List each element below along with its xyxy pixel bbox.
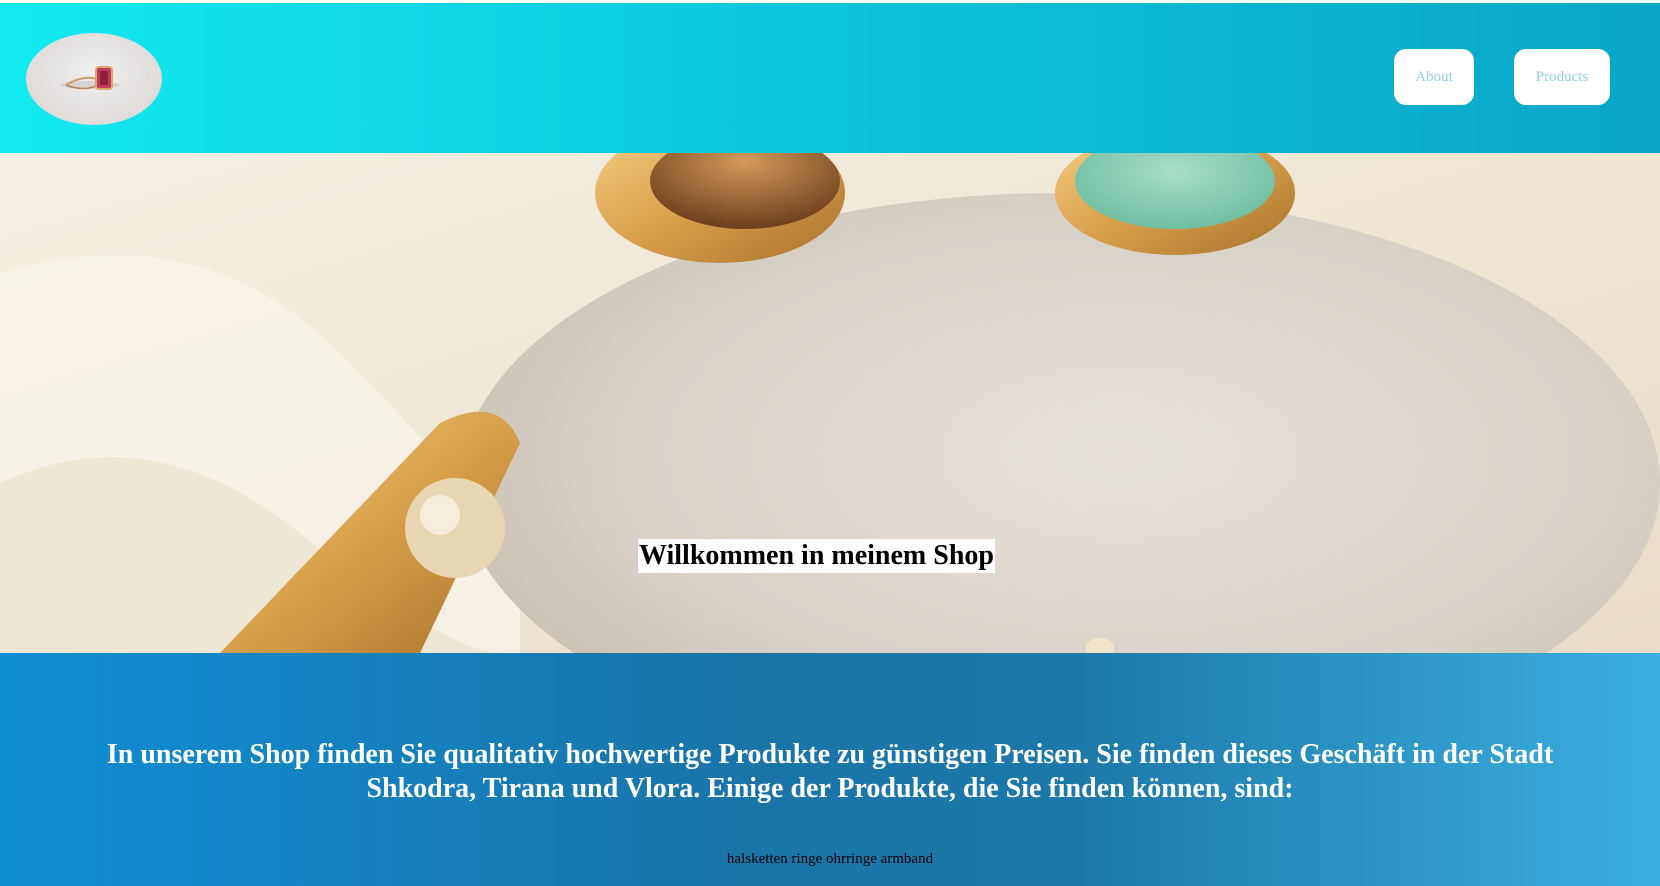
nav-about-button[interactable]: About <box>1394 49 1474 105</box>
site-header: About Products <box>0 3 1660 153</box>
shop-description: In unserem Shop finden Sie qualitativ ho… <box>106 739 1554 804</box>
ring-icon <box>60 66 120 90</box>
hero-banner: Willkommen in meinem Shop <box>0 153 1660 653</box>
logo-ring-image[interactable] <box>26 33 162 125</box>
jewelry-background-image <box>0 153 1660 653</box>
info-section: In unserem Shop finden Sie qualitativ ho… <box>0 653 1660 886</box>
hero-title: Willkommen in meinem Shop <box>638 539 995 573</box>
product-categories: halsketten ringe ohrringe armband <box>726 851 934 867</box>
nav-products-button[interactable]: Products <box>1514 49 1610 105</box>
